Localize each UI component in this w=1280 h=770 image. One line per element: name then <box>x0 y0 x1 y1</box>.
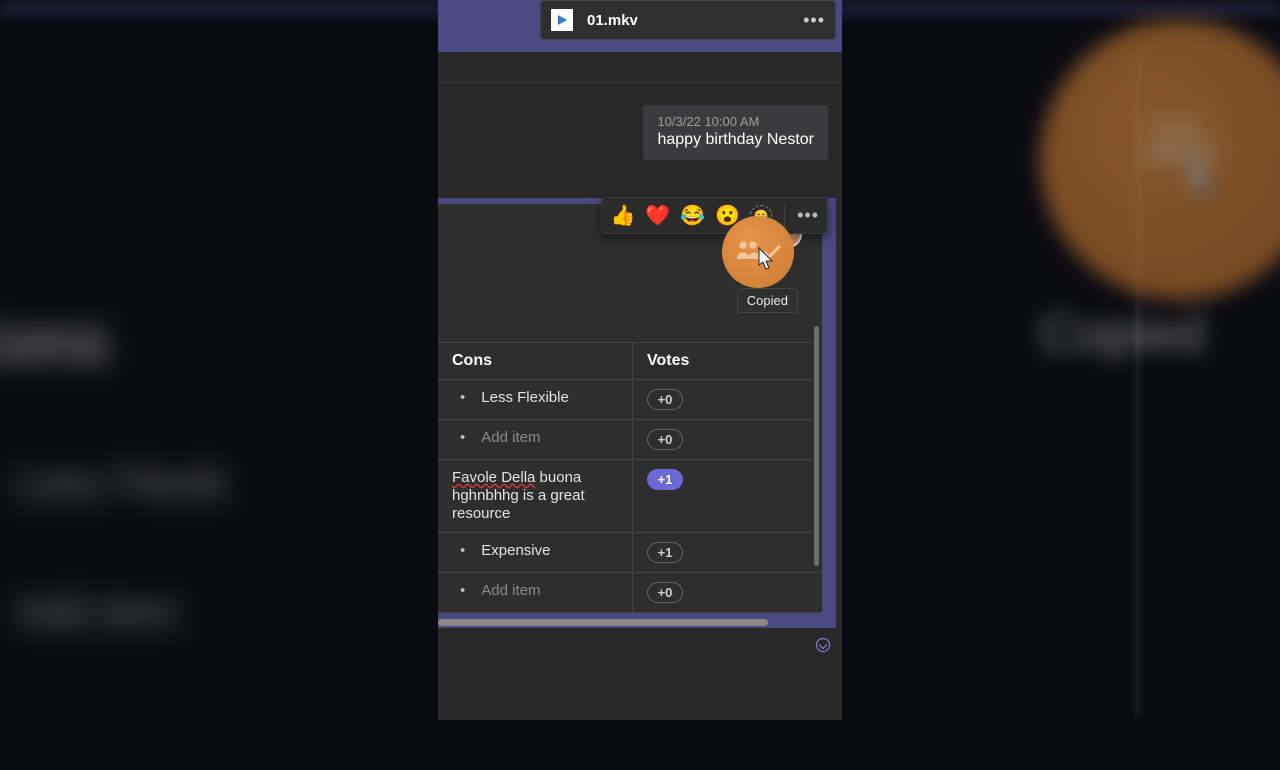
table-row: Add item +0 <box>438 573 822 613</box>
cons-votes-table: Cons Votes Less Flexible +0 Add item +0 … <box>438 342 822 613</box>
column-header-votes: Votes <box>633 343 822 379</box>
reaction-like-icon[interactable]: 👍 <box>610 203 635 228</box>
column-header-cons: Cons <box>438 343 633 379</box>
attachment-filename: 01.mkv <box>587 12 638 29</box>
votes-cell: +1 <box>633 460 822 532</box>
adaptive-card: Copied Cons Votes Less Flexible +0 Add i… <box>438 204 822 613</box>
chat-panel: 01.mkv ••• 10/3/22 10:00 AM happy birthd… <box>438 0 842 720</box>
copied-tooltip: Copied <box>737 288 798 313</box>
table-row: Add item +0 <box>438 420 822 460</box>
message-attachment-container: 01.mkv ••• <box>438 0 842 52</box>
adaptive-card-container: Copied Cons Votes Less Flexible +0 Add i… <box>438 198 836 628</box>
seen-indicator-icon <box>816 638 830 652</box>
reaction-toolbar: 👍 ❤️ 😂 😮 😊 ••• <box>601 197 828 234</box>
table-row: Favole Della buona hghnbhhg is a great r… <box>438 460 822 533</box>
message-more-button[interactable]: ••• <box>797 205 819 226</box>
vote-chip-active[interactable]: +1 <box>647 469 683 490</box>
vote-chip[interactable]: +1 <box>647 542 683 563</box>
table-header-row: Cons Votes <box>438 343 822 380</box>
votes-cell: +0 <box>633 380 822 419</box>
copy-team-button-highlight[interactable] <box>722 216 794 288</box>
cons-cell[interactable]: Favole Della buona hghnbhhg is a great r… <box>438 460 633 532</box>
table-row: Less Flexible +0 <box>438 380 822 420</box>
toolbar-separator <box>784 205 785 227</box>
message-bubble[interactable]: 10/3/22 10:00 AM happy birthday Nestor <box>643 105 828 160</box>
message-row: 10/3/22 10:00 AM happy birthday Nestor <box>438 83 842 170</box>
cons-cell-add[interactable]: Add item <box>438 573 633 612</box>
cons-cell-add[interactable]: Add item <box>438 420 633 459</box>
votes-cell: +0 <box>633 573 822 612</box>
vote-chip[interactable]: +0 <box>647 582 683 603</box>
reaction-heart-icon[interactable]: ❤️ <box>645 203 670 228</box>
vote-chip[interactable]: +0 <box>647 429 683 450</box>
cons-cell[interactable]: Less Flexible <box>438 380 633 419</box>
table-row: Expensive +1 <box>438 533 822 573</box>
reaction-laugh-icon[interactable]: 😂 <box>680 203 705 228</box>
cursor-pointer-icon <box>752 246 776 274</box>
background-blur-right: Copied <box>1040 20 1280 364</box>
votes-cell: +1 <box>633 533 822 572</box>
card-horizontal-scrollbar[interactable] <box>438 619 768 626</box>
votes-cell: +0 <box>633 420 822 459</box>
message-timestamp: 10/3/22 10:00 AM <box>657 114 814 129</box>
file-attachment-card[interactable]: 01.mkv ••• <box>540 0 836 40</box>
message-text: happy birthday Nestor <box>657 131 814 149</box>
card-scrollbar-thumb[interactable] <box>814 326 819 566</box>
video-file-icon <box>551 9 573 31</box>
vote-chip[interactable]: +0 <box>647 389 683 410</box>
attachment-more-button[interactable]: ••• <box>803 10 825 31</box>
cons-cell[interactable]: Expensive <box>438 533 633 572</box>
